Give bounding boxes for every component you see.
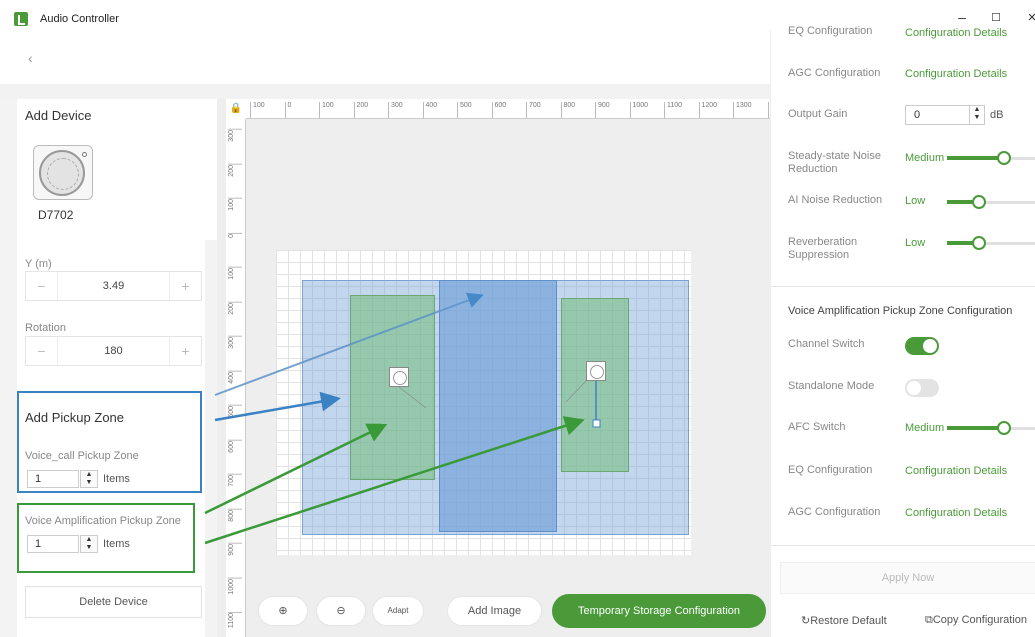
agc2-details-link[interactable]: Configuration Details bbox=[905, 507, 1007, 519]
output-gain-unit: dB bbox=[990, 109, 1004, 121]
eq-details-link[interactable]: Configuration Details bbox=[905, 465, 1007, 477]
reverb-label: Reverberation Suppression bbox=[788, 236, 858, 261]
copy-icon: ⧉ bbox=[925, 614, 933, 626]
zoom-in-button[interactable]: ⊕ bbox=[258, 596, 308, 626]
agc-label: AGC Configuration bbox=[788, 67, 881, 79]
va-section-title: Voice Amplification Pickup Zone Configur… bbox=[788, 305, 1013, 317]
restore-default-label: Restore Default bbox=[810, 615, 887, 627]
afc-level: Medium bbox=[905, 422, 945, 434]
eq-label: EQ Configuration bbox=[788, 464, 873, 476]
restore-default-button[interactable]: ↻Restore Default bbox=[801, 614, 887, 627]
adapt-button[interactable]: Adapt bbox=[372, 596, 424, 626]
steady-noise-level: Medium bbox=[905, 152, 945, 164]
add-image-button[interactable]: Add Image bbox=[447, 596, 542, 626]
eq-top-label: EQ Configuration bbox=[788, 25, 873, 37]
reverb-level: Low bbox=[905, 237, 926, 249]
steady-noise-label: Steady-state Noise Reduction bbox=[788, 150, 881, 175]
ai-noise-label: AI Noise Reduction bbox=[788, 194, 883, 206]
channel-switch-label: Channel Switch bbox=[788, 338, 865, 350]
footer-divider bbox=[771, 545, 1035, 546]
output-gain-label: Output Gain bbox=[788, 108, 848, 120]
zoom-out-button[interactable]: ⊖ bbox=[316, 596, 366, 626]
channel-switch-toggle[interactable] bbox=[905, 337, 939, 355]
copy-configuration-button[interactable]: ⧉Copy Configuration bbox=[925, 614, 1027, 627]
steady-noise-slider[interactable] bbox=[947, 151, 1035, 165]
afc-switch-label: AFC Switch bbox=[788, 421, 846, 433]
apply-now-button[interactable]: Apply Now bbox=[780, 562, 1035, 594]
agc-details-link[interactable]: Configuration Details bbox=[905, 68, 1007, 80]
afc-slider[interactable] bbox=[947, 421, 1035, 435]
output-gain-spinner[interactable]: ▲ ▼ bbox=[969, 106, 984, 124]
standalone-mode-toggle[interactable] bbox=[905, 379, 939, 397]
restore-icon: ↻ bbox=[801, 615, 811, 627]
copy-configuration-label: Copy Configuration bbox=[932, 614, 1028, 626]
configuration-panel: EQ Configuration Configuration Details A… bbox=[770, 25, 1035, 637]
ai-noise-level: Low bbox=[905, 195, 926, 207]
standalone-mode-label: Standalone Mode bbox=[788, 380, 875, 392]
temporary-storage-button[interactable]: Temporary Storage Configuration bbox=[552, 594, 766, 628]
agc2-label: AGC Configuration bbox=[788, 506, 881, 518]
reverb-slider[interactable] bbox=[947, 236, 1035, 250]
section-divider bbox=[771, 286, 1035, 287]
eq-top-details-link[interactable]: Configuration Details bbox=[905, 27, 1007, 39]
audio-controller-window: Audio Controller – ☐ ✕ ‹ Add Device D770… bbox=[0, 0, 1035, 637]
ai-noise-slider[interactable] bbox=[947, 195, 1035, 209]
